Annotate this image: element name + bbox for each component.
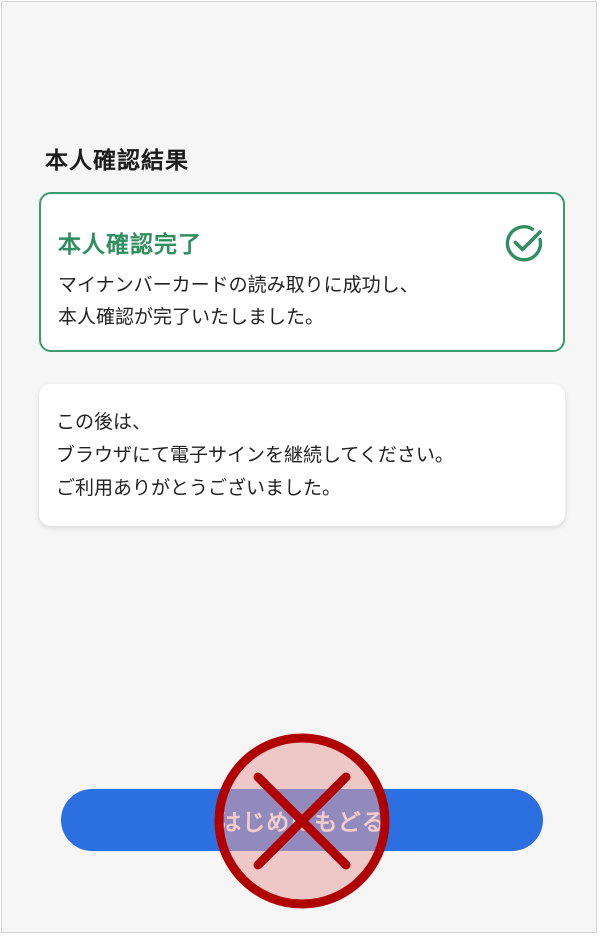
result-message-line: 本人確認が完了いたしました。: [58, 306, 325, 328]
page-title: 本人確認結果: [45, 148, 189, 174]
info-message-line: この後は、: [56, 411, 152, 433]
result-message-line: マイナンバーカードの読み取りに成功し、: [58, 274, 419, 296]
back-to-start-button[interactable]: はじめにもどる: [61, 789, 543, 851]
result-message: マイナンバーカードの読み取りに成功し、 本人確認が完了いたしました。: [58, 269, 548, 333]
info-message-line: ブラウザにて電子サインを継続してください。: [56, 444, 454, 466]
check-circle-icon: [505, 225, 543, 262]
app-screen: 本人確認結果 本人確認完了 マイナンバーカードの読み取りに成功し、 本人確認が完…: [1, 1, 597, 933]
info-message: この後は、 ブラウザにて電子サインを継続してください。 ご利用ありがとうございま…: [56, 406, 556, 505]
result-card: 本人確認完了 マイナンバーカードの読み取りに成功し、 本人確認が完了いたしました…: [39, 192, 565, 352]
result-heading: 本人確認完了: [58, 232, 202, 258]
info-message-line: ご利用ありがとうございました。: [56, 477, 342, 499]
info-card: この後は、 ブラウザにて電子サインを継続してください。 ご利用ありがとうございま…: [39, 384, 565, 526]
